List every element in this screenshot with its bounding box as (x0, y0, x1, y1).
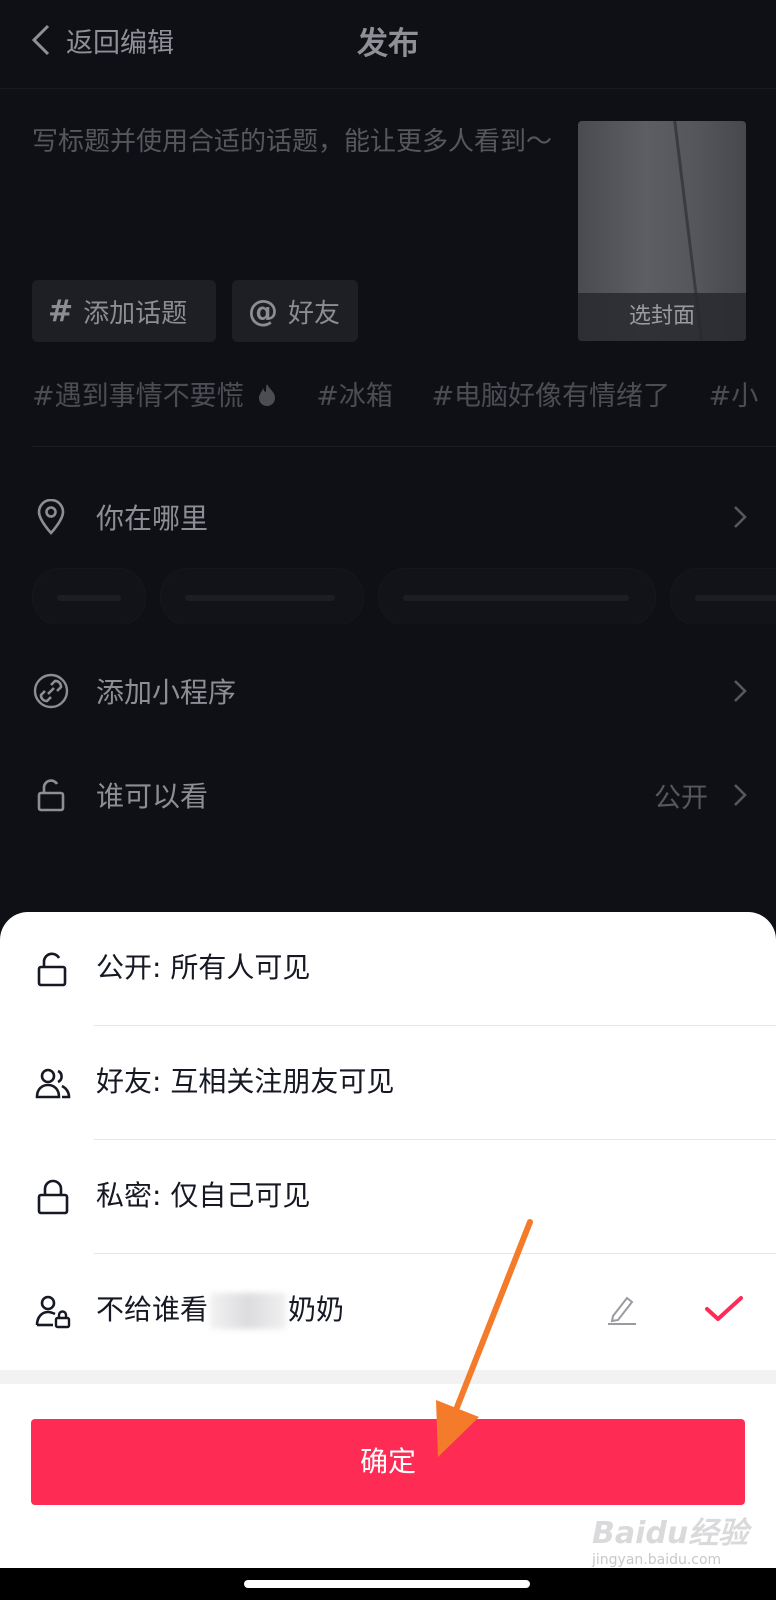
watermark-url: jingyan.baidu.com (592, 1552, 722, 1568)
home-indicator[interactable] (244, 1580, 530, 1588)
watermark-brand: Baidu经验 (592, 1516, 749, 1551)
home-indicator-bar (0, 1568, 776, 1600)
annotation-arrow (436, 1219, 533, 1457)
watermark: Baidu经验 jingyan.baidu.com (592, 1508, 772, 1568)
